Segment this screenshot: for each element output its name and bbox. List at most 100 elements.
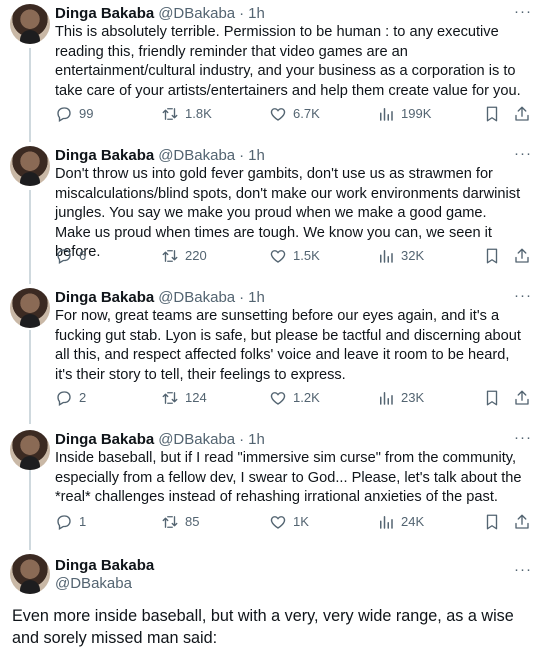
reply-count: 2 bbox=[79, 390, 87, 405]
author-handle[interactable]: @DBakaba bbox=[55, 574, 132, 594]
reply-button[interactable]: 1 bbox=[55, 512, 86, 532]
more-options-icon[interactable]: ··· bbox=[514, 560, 532, 580]
like-count: 1.5K bbox=[293, 248, 320, 263]
tweet[interactable]: Dinga Bakaba @DBakaba · 1h ··· Inside baseb… bbox=[0, 426, 550, 546]
views-icon bbox=[377, 105, 395, 123]
bookmark-button[interactable] bbox=[483, 388, 507, 408]
retweet-count: 85 bbox=[185, 514, 200, 529]
tweet[interactable]: Dinga Bakaba @DBakaba · 1h ··· Don't throw … bbox=[0, 142, 550, 282]
tweet-text: Inside baseball, but if I read "immersiv… bbox=[55, 450, 522, 505]
share-icon bbox=[513, 247, 531, 265]
like-count: 1.2K bbox=[293, 390, 320, 405]
bookmark-icon bbox=[483, 105, 501, 123]
views-button[interactable]: 24K bbox=[377, 512, 424, 532]
more-options-icon[interactable]: ··· bbox=[514, 144, 532, 164]
like-count: 1K bbox=[293, 514, 309, 529]
tweet-header: Dinga Bakaba @DBakaba · 1h bbox=[55, 430, 265, 450]
author-name[interactable]: Dinga Bakaba bbox=[55, 5, 154, 22]
timestamp[interactable]: 1h bbox=[248, 147, 265, 164]
author-name[interactable]: Dinga Bakaba bbox=[55, 289, 154, 306]
author-handle[interactable]: @DBakaba bbox=[158, 147, 235, 164]
retweet-icon bbox=[161, 513, 179, 531]
reply-count: 99 bbox=[79, 106, 94, 121]
share-button[interactable] bbox=[513, 512, 537, 532]
reply-count: 6 bbox=[79, 248, 87, 263]
views-button[interactable]: 32K bbox=[377, 246, 424, 266]
share-icon bbox=[513, 105, 531, 123]
retweet-button[interactable]: 1.8K bbox=[161, 104, 212, 124]
retweet-count: 124 bbox=[185, 390, 207, 405]
tweet-header: Dinga Bakaba @DBakaba · 1h bbox=[55, 146, 265, 166]
timestamp[interactable]: 1h bbox=[248, 431, 265, 448]
tweet-text: For now, great teams are sunsetting befo… bbox=[55, 308, 521, 383]
reply-button[interactable]: 99 bbox=[55, 104, 93, 124]
bookmark-icon bbox=[483, 247, 501, 265]
retweet-count: 1.8K bbox=[185, 106, 212, 121]
heart-icon bbox=[269, 247, 287, 265]
reply-button[interactable]: 6 bbox=[55, 246, 86, 266]
timestamp[interactable]: 1h bbox=[248, 5, 265, 22]
views-count: 32K bbox=[401, 248, 425, 263]
retweet-icon bbox=[161, 105, 179, 123]
tweet[interactable]: Dinga Bakaba @DBakaba · 1h ··· This is abso… bbox=[0, 0, 550, 140]
retweet-icon bbox=[161, 389, 179, 407]
author-handle[interactable]: @DBakaba bbox=[158, 431, 235, 448]
share-icon bbox=[513, 513, 531, 531]
views-button[interactable]: 199K bbox=[377, 104, 431, 124]
retweet-button[interactable]: 220 bbox=[161, 246, 207, 266]
more-options-icon[interactable]: ··· bbox=[514, 428, 532, 448]
share-button[interactable] bbox=[513, 246, 537, 266]
author-name[interactable]: Dinga Bakaba bbox=[55, 556, 154, 576]
separator: · bbox=[239, 289, 245, 306]
views-icon bbox=[377, 513, 395, 531]
avatar[interactable] bbox=[10, 4, 50, 44]
like-button[interactable]: 6.7K bbox=[269, 104, 320, 124]
retweet-icon bbox=[161, 247, 179, 265]
avatar[interactable] bbox=[10, 554, 50, 594]
views-icon bbox=[377, 247, 395, 265]
bookmark-button[interactable] bbox=[483, 104, 507, 124]
avatar[interactable] bbox=[10, 288, 50, 328]
heart-icon bbox=[269, 105, 287, 123]
tweet[interactable]: Dinga Bakaba @DBakaba · 1h ··· For now, gre… bbox=[0, 284, 550, 424]
share-button[interactable] bbox=[513, 104, 537, 124]
like-button[interactable]: 1K bbox=[269, 512, 309, 532]
tweet-actions: 99 1.8K 6.7K 199K bbox=[55, 104, 533, 124]
tweet-header: Dinga Bakaba @DBakaba · 1h bbox=[55, 4, 265, 24]
heart-icon bbox=[269, 389, 287, 407]
bookmark-button[interactable] bbox=[483, 246, 507, 266]
bookmark-icon bbox=[483, 389, 501, 407]
separator: · bbox=[239, 147, 245, 164]
reply-icon bbox=[55, 105, 73, 123]
views-count: 23K bbox=[401, 390, 425, 405]
retweet-button[interactable]: 85 bbox=[161, 512, 199, 532]
avatar[interactable] bbox=[10, 430, 50, 470]
bookmark-button[interactable] bbox=[483, 512, 507, 532]
like-count: 6.7K bbox=[293, 106, 320, 121]
separator: · bbox=[239, 431, 245, 448]
tweet-text: Even more inside baseball, but with a ve… bbox=[12, 607, 514, 647]
retweet-count: 220 bbox=[185, 248, 207, 263]
more-options-icon[interactable]: ··· bbox=[514, 2, 532, 22]
timestamp[interactable]: 1h bbox=[248, 289, 265, 306]
separator: · bbox=[239, 5, 245, 22]
views-button[interactable]: 23K bbox=[377, 388, 424, 408]
avatar[interactable] bbox=[10, 146, 50, 186]
like-button[interactable]: 1.5K bbox=[269, 246, 320, 266]
reply-icon bbox=[55, 247, 73, 265]
author-name[interactable]: Dinga Bakaba bbox=[55, 147, 154, 164]
like-button[interactable]: 1.2K bbox=[269, 388, 320, 408]
reply-button[interactable]: 2 bbox=[55, 388, 86, 408]
main-tweet[interactable]: Dinga Bakaba @DBakaba ··· Even more insi… bbox=[0, 548, 550, 658]
author-handle[interactable]: @DBakaba bbox=[158, 289, 235, 306]
reply-icon bbox=[55, 389, 73, 407]
views-icon bbox=[377, 389, 395, 407]
share-button[interactable] bbox=[513, 388, 537, 408]
author-handle[interactable]: @DBakaba bbox=[158, 5, 235, 22]
tweet-actions: 6 220 1.5K 32K bbox=[55, 246, 533, 266]
tweet-actions: 1 85 1K 24K bbox=[55, 512, 533, 532]
reply-icon bbox=[55, 513, 73, 531]
more-options-icon[interactable]: ··· bbox=[514, 286, 532, 306]
author-name[interactable]: Dinga Bakaba bbox=[55, 431, 154, 448]
retweet-button[interactable]: 124 bbox=[161, 388, 207, 408]
